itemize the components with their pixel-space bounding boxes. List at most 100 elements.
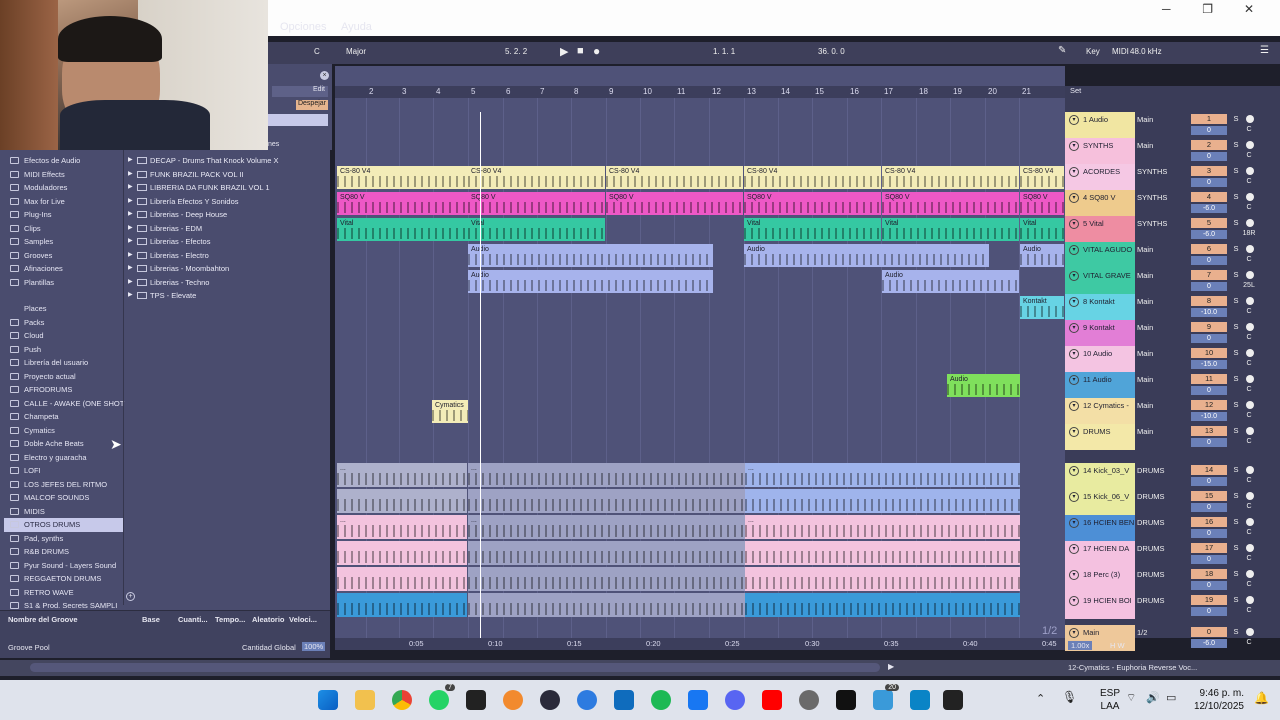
scale-mode[interactable]: Major [346,47,366,56]
cue-button[interactable]: C [1231,178,1267,187]
fold-toggle-icon[interactable]: ▾ [1069,544,1079,554]
track-name[interactable]: ▾ 19 HCIEN BOI [1065,593,1135,619]
bar-number[interactable]: 18 [919,87,928,96]
clip[interactable]: Vital [744,218,881,241]
bar-number[interactable]: 5 [471,87,475,96]
clip[interactable]: CS-80 V4 [468,166,605,189]
pan-field[interactable]: 25L [1231,282,1267,291]
clip[interactable] [337,489,467,513]
groove-header-random[interactable]: Aleatorio [252,615,285,624]
groove-header-base[interactable]: Base [142,615,160,624]
place-item[interactable]: Electro y guaracha [4,451,124,465]
track-name[interactable]: ▾ SYNTHS [1065,138,1135,164]
solo-button[interactable]: S [1231,348,1241,358]
volume-field[interactable]: 0 [1191,256,1227,265]
place-item[interactable]: RETRO WAVE [4,586,124,600]
output-routing[interactable]: SYNTHS [1137,219,1183,229]
volume-icon[interactable]: 🔊 [1146,691,1160,704]
spotify-icon[interactable] [651,690,671,710]
cue-button[interactable]: C [1231,412,1267,421]
track-header[interactable]: ▾ 18 Perc (3) DRUMS 18 0 S C [1065,567,1280,593]
expand-arrow-icon[interactable]: ▶ [128,262,133,276]
folder-row[interactable]: ▶ TPS - Elevate [126,289,279,303]
expand-arrow-icon[interactable]: ▶ [128,195,133,209]
horizontal-scrollbar[interactable] [30,663,880,672]
output-routing[interactable]: Main [1137,375,1183,385]
stop-icon[interactable]: ■ [577,45,584,57]
clip[interactable]: SQ80 V [606,192,743,215]
clip[interactable]: Vital [882,218,1019,241]
expand-arrow-icon[interactable]: ▶ [128,276,133,290]
volume-field[interactable]: 0 [1191,152,1227,161]
arm-button[interactable] [1246,141,1254,149]
track-header[interactable]: ▾ SYNTHS Main 2 0 S C [1065,138,1280,164]
bar-number[interactable]: 15 [815,87,824,96]
volume-field[interactable]: 0 [1191,555,1227,564]
youtube-icon[interactable] [762,690,782,710]
cue-button[interactable]: C [1231,386,1267,395]
track-name[interactable]: ▾ 16 HCIEN BEN [1065,515,1135,541]
solo-button[interactable]: S [1231,322,1241,332]
track-name[interactable]: ▾ 12 Cymatics - [1065,398,1135,424]
chevron-up-icon[interactable]: ⌃ [1036,692,1045,705]
clip[interactable]: CS-80 V4 [744,166,881,189]
fold-toggle-icon[interactable]: ▾ [1069,193,1079,203]
solo-button[interactable]: S [1231,140,1241,150]
output-routing[interactable]: DRUMS [1137,544,1183,554]
clip[interactable]: CS-80 V4 [882,166,1019,189]
place-item[interactable]: Proyecto actual [4,370,124,384]
category-item[interactable]: Samples [4,235,124,249]
place-item[interactable]: LOFI [4,464,124,478]
microphone-icon[interactable]: 🎙 [1062,690,1077,704]
whatsapp-icon[interactable]: 7 [429,684,455,710]
bar-number[interactable]: 7 [540,87,544,96]
clip[interactable]: ... [468,515,745,539]
cue-button[interactable]: C [1231,152,1267,161]
place-item[interactable]: LOS JEFES DEL RITMO [4,478,124,492]
arm-button[interactable] [1246,219,1254,227]
place-item[interactable]: CALLE - AWAKE (ONE SHOT [4,397,124,411]
discord-icon[interactable] [725,690,745,710]
track-activator[interactable]: 9 [1191,322,1227,332]
folder-row[interactable]: ▶ Librerias - Techno [126,276,279,290]
track-name[interactable]: ▾ ACORDES [1065,164,1135,190]
wifi-icon[interactable]: ⌔ [1126,691,1136,705]
output-routing[interactable]: Main [1137,271,1183,281]
solo-button[interactable]: S [1231,166,1241,176]
place-item[interactable]: Doble Ache Beats [4,437,124,451]
place-item[interactable]: Pad, synths [4,532,124,546]
cue-button[interactable]: C [1231,503,1267,512]
expand-arrow-icon[interactable]: ▶ [128,154,133,168]
cue-button[interactable]: C [1231,256,1267,265]
fold-toggle-icon[interactable]: ▾ [1069,375,1079,385]
clip[interactable]: CS-80 V4 [1020,166,1064,189]
notification-bell-icon[interactable]: 🔔 [1254,691,1269,705]
clip[interactable] [468,593,745,617]
menu-icon[interactable]: ☰ [1260,45,1269,56]
output-routing[interactable]: 1/2 [1137,628,1183,638]
output-routing[interactable]: Main [1137,297,1183,307]
track-header[interactable]: ▾ 16 HCIEN BEN DRUMS 16 0 S C [1065,515,1280,541]
fold-toggle-icon[interactable]: ▾ [1069,115,1079,125]
track-header[interactable]: ▾ ACORDES SYNTHS 3 0 S C [1065,164,1280,190]
arm-button[interactable] [1246,167,1254,175]
global-amount-value[interactable]: 100% [302,642,326,651]
fold-toggle-icon[interactable]: ▾ [1069,323,1079,333]
track-activator[interactable]: 16 [1191,517,1227,527]
arm-button[interactable] [1246,323,1254,331]
groove-header-quantize[interactable]: Cuanti... [178,615,208,624]
place-item[interactable]: MALCOF SOUNDS [4,491,124,505]
scale-root[interactable]: C [314,47,320,56]
arm-button[interactable] [1246,349,1254,357]
clip[interactable]: SQ80 V [337,192,468,215]
clip[interactable]: SQ80 V [882,192,1019,215]
clear-button[interactable]: Despejar [296,100,328,110]
arm-button[interactable] [1246,518,1254,526]
track-header[interactable]: ▾ 4 SQ80 V SYNTHS 4 -6.0 S C [1065,190,1280,216]
bar-ruler[interactable]: 2 3 4 5 6 7 8 9 10 11 12 13 14 15 16 17 18 19 20 21 [335,86,1065,98]
cue-button[interactable]: C [1231,529,1267,538]
bar-number[interactable]: 8 [574,87,578,96]
track-name[interactable]: ▾ VITAL GRAVE [1065,268,1135,294]
output-routing[interactable]: Main [1137,323,1183,333]
arm-button[interactable] [1246,628,1254,636]
